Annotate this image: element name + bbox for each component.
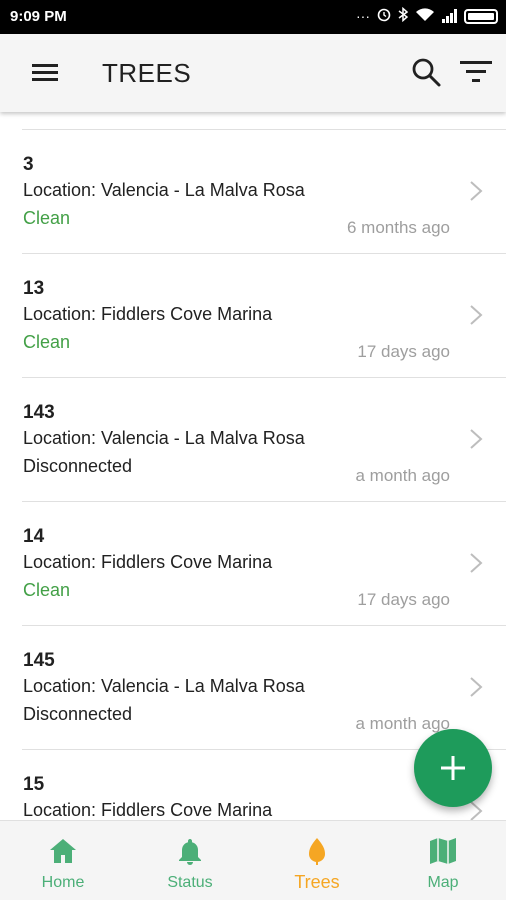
- nav-map[interactable]: Map: [380, 821, 506, 900]
- tree-location: Location: Valencia - La Malva Rosa: [23, 180, 305, 200]
- tree-id: 14: [23, 526, 45, 547]
- plus-icon: [441, 756, 465, 780]
- bottom-nav: Home Status Trees Map: [0, 820, 506, 900]
- tree-status: Disconnected: [23, 704, 133, 724]
- tree-location: Location: Valencia - La Malva Rosa: [23, 676, 305, 696]
- alarm-icon: [377, 8, 391, 25]
- wifi-icon: [415, 7, 435, 25]
- leaf-icon: [302, 836, 332, 866]
- nav-home-label: Home: [41, 874, 85, 891]
- nav-status[interactable]: Status: [127, 821, 253, 900]
- status-bar: 9:09 PM ···: [0, 0, 506, 34]
- tree-location: Location: Valencia - La Malva Rosa: [23, 428, 305, 448]
- status-time: 9:09 PM: [10, 8, 67, 25]
- nav-home[interactable]: Home: [0, 821, 126, 900]
- app-bar: TREES: [0, 34, 506, 112]
- tree-location: Location: Fiddlers Cove Marina: [23, 304, 273, 324]
- chevron-right-icon: [470, 305, 483, 325]
- tree-status: Disconnected: [23, 456, 133, 476]
- trees-list[interactable]: 3 Location: Valencia - La Malva Rosa Clean…: [0, 112, 506, 820]
- chevron-right-icon: [470, 677, 483, 697]
- tree-last-update: 6 months ago: [346, 218, 450, 237]
- tree-status: Clean: [23, 332, 71, 352]
- page-title: TREES: [102, 58, 192, 88]
- list-item[interactable]: 14 Location: Fiddlers Cove Marina Clean 17 …: [0, 502, 506, 626]
- chevron-right-icon: [470, 553, 483, 573]
- chevron-right-icon: [470, 429, 483, 449]
- status-icons: ···: [356, 6, 498, 25]
- filter-icon[interactable]: [459, 58, 493, 86]
- chevron-right-icon: [470, 181, 483, 201]
- map-icon: [428, 836, 458, 866]
- tree-id: 3: [23, 154, 34, 175]
- tree-id: 143: [23, 402, 55, 423]
- list-item[interactable]: 143 Location: Valencia - La Malva Rosa Dis…: [0, 378, 506, 502]
- add-tree-button[interactable]: [414, 729, 492, 807]
- home-icon: [48, 836, 78, 866]
- tree-last-update: 17 days ago: [357, 342, 450, 361]
- list-item[interactable]: 13 Location: Fiddlers Cove Marina Clean 17 …: [0, 254, 506, 378]
- tree-last-update: a month ago: [355, 714, 450, 733]
- nav-trees-label: Trees: [294, 872, 340, 892]
- nav-trees[interactable]: Trees: [254, 821, 380, 900]
- battery-icon: [464, 8, 498, 24]
- list-item[interactable]: 3 Location: Valencia - La Malva Rosa Clean…: [0, 130, 506, 254]
- list-item-partial: [0, 112, 506, 130]
- tree-id: 13: [23, 278, 45, 299]
- tree-last-update: 17 days ago: [357, 590, 450, 609]
- tree-id: 15: [23, 774, 45, 795]
- tree-last-update: a month ago: [355, 466, 450, 485]
- bluetooth-icon: [398, 6, 409, 25]
- tree-id: 145: [23, 650, 55, 671]
- hamburger-icon[interactable]: [32, 64, 58, 82]
- chevron-right-icon: [470, 801, 483, 820]
- nav-map-label: Map: [427, 874, 459, 891]
- search-icon[interactable]: [410, 56, 442, 88]
- tree-location: Location: Fiddlers Cove Marina: [23, 552, 273, 572]
- list-item[interactable]: 145 Location: Valencia - La Malva Rosa Dis…: [0, 626, 506, 750]
- bell-icon: [175, 836, 205, 866]
- tree-status: Clean: [23, 580, 71, 600]
- dots-icon: ···: [356, 8, 370, 24]
- signal-icon: [442, 9, 457, 23]
- tree-status: Clean: [23, 208, 71, 228]
- tree-location: Location: Fiddlers Cove Marina: [23, 800, 273, 820]
- nav-status-label: Status: [167, 874, 213, 891]
